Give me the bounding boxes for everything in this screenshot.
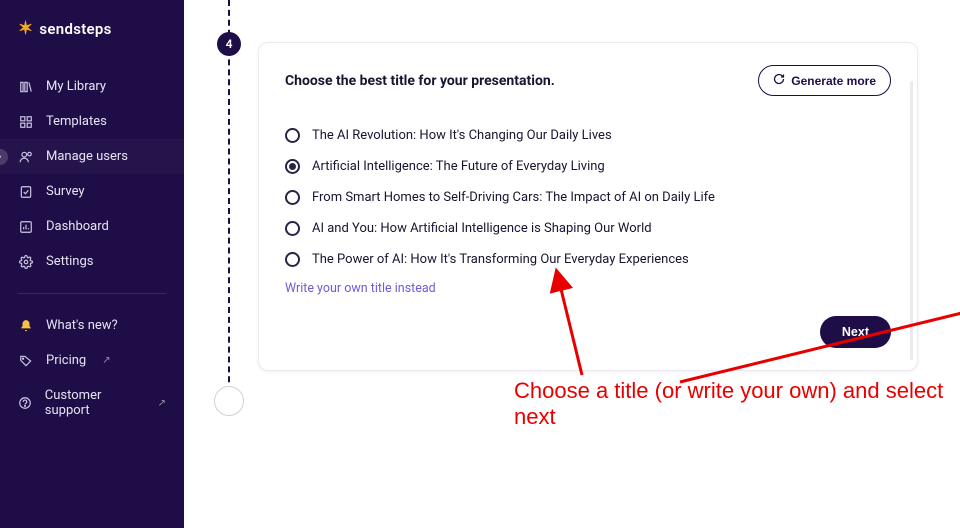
generate-more-button[interactable]: Generate more [758, 65, 891, 96]
radio-icon[interactable] [285, 159, 300, 174]
card-header: Choose the best title for your presentat… [285, 65, 891, 96]
sidebar-item-dashboard[interactable]: Dashboard [0, 209, 184, 244]
sidebar-divider [18, 293, 166, 294]
title-option-label: Artificial Intelligence: The Future of E… [312, 159, 605, 174]
generate-more-label: Generate more [791, 74, 876, 88]
title-option-label: From Smart Homes to Self-Driving Cars: T… [312, 190, 715, 205]
sidebar-item-my-library[interactable]: My Library [0, 69, 184, 104]
sidebar-item-label: My Library [46, 79, 106, 94]
title-option[interactable]: The AI Revolution: How It's Changing Our… [285, 120, 891, 151]
external-link-icon: ↗ [102, 355, 110, 366]
step-number: 4 [226, 37, 233, 51]
card-heading: Choose the best title for your presentat… [285, 73, 555, 89]
title-option-label: The AI Revolution: How It's Changing Our… [312, 128, 612, 143]
timeline-line [228, 0, 230, 412]
sidebar: ✶ sendsteps My Library Templates › Manag… [0, 0, 184, 528]
title-option-label: The Power of AI: How It's Transforming O… [312, 252, 689, 267]
library-icon [18, 80, 34, 94]
brand-logo-icon: ✶ [18, 18, 33, 39]
sidebar-item-label: Survey [46, 184, 85, 199]
dashboard-icon [18, 220, 34, 234]
annotation-arrow-left [542, 275, 602, 385]
radio-icon[interactable] [285, 252, 300, 267]
write-own-title-link[interactable]: Write your own title instead [285, 281, 436, 296]
sidebar-item-customer-support[interactable]: Customer support ↗ [0, 378, 184, 428]
title-option[interactable]: Artificial Intelligence: The Future of E… [285, 151, 891, 182]
sidebar-item-label: What's new? [46, 318, 118, 333]
gear-icon [18, 255, 34, 269]
radio-icon[interactable] [285, 128, 300, 143]
title-option[interactable]: From Smart Homes to Self-Driving Cars: T… [285, 182, 891, 213]
sidebar-item-label: Dashboard [46, 219, 109, 234]
sidebar-item-label: Manage users [46, 149, 128, 164]
brand-logo: ✶ sendsteps [0, 18, 184, 69]
users-icon [18, 150, 34, 164]
sidebar-item-label: Settings [46, 254, 93, 269]
sidebar-item-label: Pricing [46, 353, 86, 368]
bell-icon [18, 319, 34, 333]
survey-icon [18, 185, 34, 199]
timeline-end-circle [214, 386, 244, 416]
refresh-icon [773, 73, 785, 88]
sidebar-item-pricing[interactable]: Pricing ↗ [0, 343, 184, 378]
title-option-label: AI and You: How Artificial Intelligence … [312, 221, 652, 236]
chevron-right-icon: › [0, 149, 8, 165]
sidebar-item-manage-users[interactable]: › Manage users [0, 139, 184, 174]
help-icon [18, 396, 33, 410]
external-link-icon: ↗ [158, 398, 166, 409]
title-option[interactable]: AI and You: How Artificial Intelligence … [285, 213, 891, 244]
sidebar-item-templates[interactable]: Templates [0, 104, 184, 139]
title-option[interactable]: The Power of AI: How It's Transforming O… [285, 244, 891, 275]
sidebar-item-label: Customer support [45, 388, 142, 418]
radio-icon[interactable] [285, 221, 300, 236]
sidebar-item-label: Templates [46, 114, 107, 129]
radio-icon[interactable] [285, 190, 300, 205]
brand-name: sendsteps [39, 20, 111, 38]
annotation-arrow-right [670, 290, 960, 390]
templates-icon [18, 115, 34, 129]
main-area: 4 Choose the best title for your present… [184, 0, 960, 528]
title-options-list: The AI Revolution: How It's Changing Our… [285, 120, 891, 275]
sidebar-item-settings[interactable]: Settings [0, 244, 184, 279]
sidebar-item-whats-new[interactable]: What's new? [0, 308, 184, 343]
tag-icon [18, 354, 34, 368]
sidebar-item-survey[interactable]: Survey [0, 174, 184, 209]
step-number-badge: 4 [217, 32, 241, 56]
